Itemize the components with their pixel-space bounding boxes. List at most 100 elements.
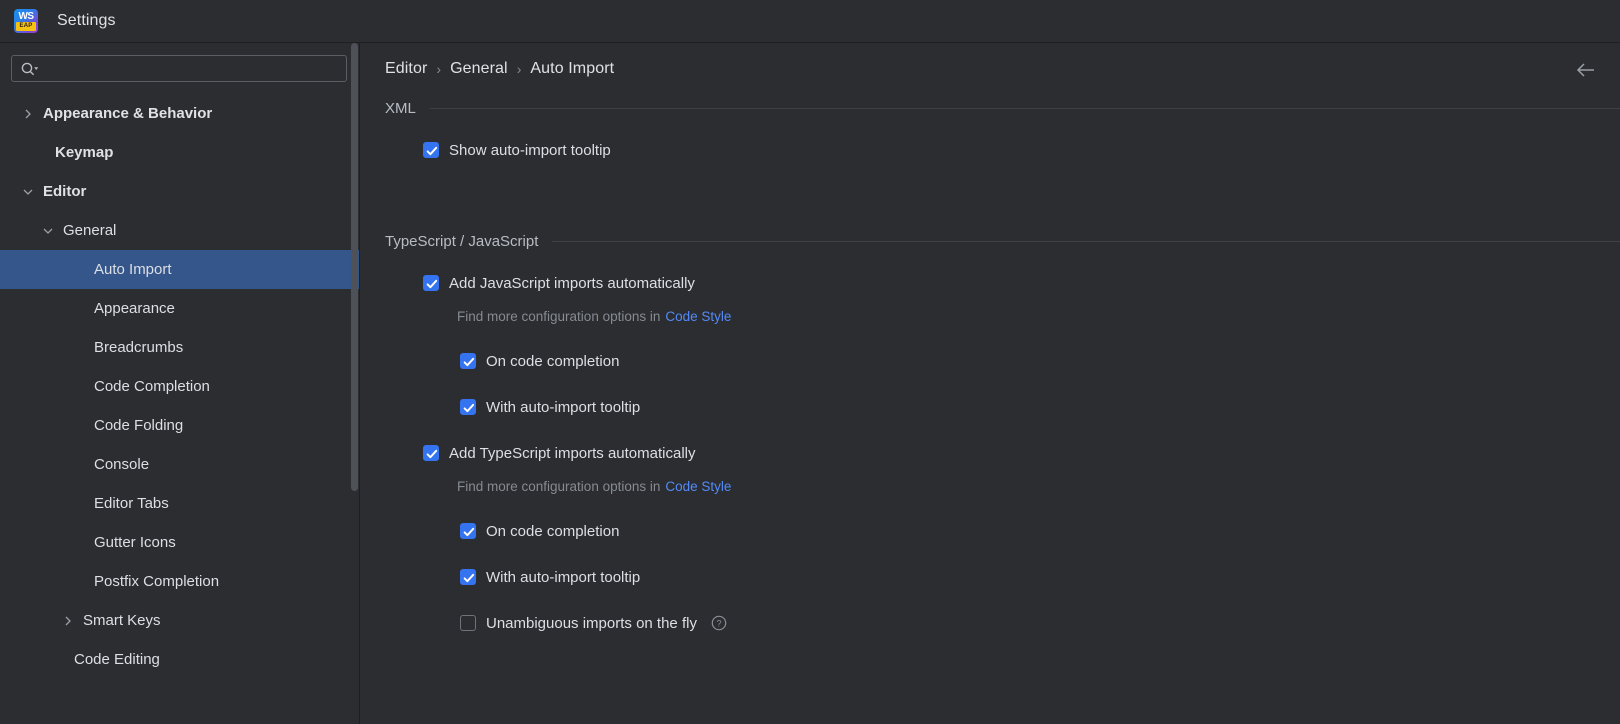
section-xml: XML Show auto-import tooltip [360,95,1620,184]
checkbox-row-add-typescript-imports-automatically[interactable]: Add TypeScript imports automatically [360,441,1620,465]
row-spacer [360,589,1620,611]
breadcrumb-separator: › [517,62,522,76]
section-header: TypeScript / JavaScript [360,228,1620,254]
chevron-down-icon[interactable] [40,223,56,239]
row-spacer [360,327,1620,349]
section-typescript-javascript: TypeScript / JavaScript Add JavaScript im… [360,184,1620,657]
checkbox-checked-icon[interactable] [460,353,476,369]
help-icon[interactable]: ? [711,615,727,631]
section-top-padding [360,121,1620,138]
row-spacer [360,373,1620,395]
checkbox-checked-icon[interactable] [460,569,476,585]
app-icon-label: WS [14,11,38,22]
sidebar-item-code-completion[interactable]: Code Completion [0,367,359,406]
section-title: XML [385,100,416,117]
sidebar-scrollbar-thumb[interactable] [351,43,358,491]
breadcrumb-item-editor[interactable]: Editor [385,60,427,78]
sidebar-item-postfix-completion[interactable]: Postfix Completion [0,562,359,601]
checkbox-row-with-auto-import-tooltip[interactable]: With auto-import tooltip [360,565,1620,589]
row-spacer [360,419,1620,441]
sidebar-item-smart-keys[interactable]: Smart Keys [0,601,359,640]
window-titlebar: WS EAP Settings [0,0,1620,43]
checkbox-label: With auto-import tooltip [486,569,640,586]
checkbox-label: On code completion [486,353,619,370]
hint-text: Find more configuration options in [457,479,660,494]
sidebar-item-appearance[interactable]: Appearance [0,289,359,328]
section-header: XML [360,95,1620,121]
arrow-left-icon[interactable] [1575,59,1597,81]
checkbox-label: Unambiguous imports on the fly [486,615,697,632]
section-gap [360,184,1620,228]
search-row [0,43,359,82]
checkbox-checked-icon[interactable] [460,523,476,539]
sidebar-item-label: Appearance & Behavior [43,105,212,122]
settings-search-box[interactable] [11,55,347,82]
checkbox-row-show-auto-import-tooltip[interactable]: Show auto-import tooltip [360,138,1620,162]
sidebar-item-editor-tabs[interactable]: Editor Tabs [0,484,359,523]
chevron-right-icon[interactable] [20,106,36,122]
chevron-down-icon[interactable] [20,184,36,200]
sidebar-item-label: Code Folding [94,417,183,434]
checkbox-checked-icon[interactable] [423,445,439,461]
sidebar-item-auto-import[interactable]: Auto Import [0,250,359,289]
sidebar-item-label: Postfix Completion [94,573,219,590]
sidebar-item-label: Code Editing [74,651,160,668]
search-icon [20,61,40,77]
settings-tree: Appearance & Behavior Keymap Editor General… [0,94,359,679]
sidebar-item-general[interactable]: General [0,211,359,250]
sidebar-item-editor[interactable]: Editor [0,172,359,211]
sidebar-item-label: Auto Import [94,261,172,278]
sidebar-item-label: General [63,222,116,239]
checkbox-label: Add JavaScript imports automatically [449,275,695,292]
chevron-right-icon[interactable] [60,613,76,629]
checkbox-label: Add TypeScript imports automatically [449,445,696,462]
sidebar-item-label: Breadcrumbs [94,339,183,356]
row-spacer [360,465,1620,475]
checkbox-row-add-javascript-imports-automatically[interactable]: Add JavaScript imports automatically [360,271,1620,295]
checkbox-label: On code completion [486,523,619,540]
sidebar-item-code-folding[interactable]: Code Folding [0,406,359,445]
window-title: Settings [57,12,116,30]
section-divider [430,108,1620,109]
checkbox-checked-icon[interactable] [423,142,439,158]
checkbox-unchecked-icon[interactable] [460,615,476,631]
checkbox-row-unambiguous-imports-on-the-fly[interactable]: Unambiguous imports on the fly? [360,611,1620,635]
checkbox-row-on-code-completion[interactable]: On code completion [360,519,1620,543]
sidebar-item-breadcrumbs[interactable]: Breadcrumbs [0,328,359,367]
checkbox-row-with-auto-import-tooltip[interactable]: With auto-import tooltip [360,395,1620,419]
sidebar-item-label: Keymap [55,144,113,161]
sidebar-item-code-editing[interactable]: Code Editing [0,640,359,679]
hint-row: Find more configuration options in Code S… [360,475,1620,497]
hint-text: Find more configuration options in [457,309,660,324]
settings-content: XML Show auto-import tooltip TypeScript / … [360,95,1620,657]
sidebar-item-appearance-behavior[interactable]: Appearance & Behavior [0,94,359,133]
row-spacer [360,162,1620,184]
sidebar-item-label: Editor Tabs [94,495,169,512]
hint-row: Find more configuration options in Code S… [360,305,1620,327]
breadcrumb-separator: › [436,62,441,76]
code-style-link[interactable]: Code Style [665,309,731,324]
checkbox-row-on-code-completion[interactable]: On code completion [360,349,1620,373]
breadcrumb-item-general[interactable]: General [450,60,508,78]
section-divider [552,241,1620,242]
checkbox-label: Show auto-import tooltip [449,142,611,159]
sidebar-item-gutter-icons[interactable]: Gutter Icons [0,523,359,562]
sidebar-item-console[interactable]: Console [0,445,359,484]
sidebar-item-label: Editor [43,183,86,200]
row-spacer [360,635,1620,657]
row-spacer [360,497,1620,519]
code-style-link[interactable]: Code Style [665,479,731,494]
breadcrumb-item-auto-import: Auto Import [530,60,614,78]
sidebar-item-label: Smart Keys [83,612,161,629]
settings-sidebar: Appearance & Behavior Keymap Editor General… [0,43,360,724]
settings-body-wrapper: Appearance & Behavior Keymap Editor General… [0,43,1620,724]
checkbox-checked-icon[interactable] [460,399,476,415]
checkbox-checked-icon[interactable] [423,275,439,291]
row-spacer [360,295,1620,305]
sidebar-item-label: Appearance [94,300,175,317]
sidebar-item-label: Console [94,456,149,473]
sidebar-item-keymap[interactable]: Keymap [0,133,359,172]
checkbox-label: With auto-import tooltip [486,399,640,416]
section-top-padding [360,254,1620,271]
sidebar-item-label: Gutter Icons [94,534,176,551]
